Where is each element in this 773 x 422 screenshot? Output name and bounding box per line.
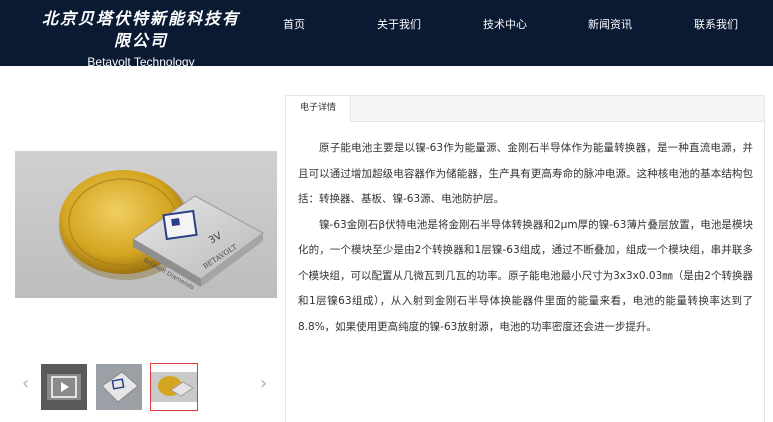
tab-product-details[interactable]: 电子详情 bbox=[286, 96, 352, 122]
thumbnail-prev-arrow[interactable]: ‹ bbox=[22, 374, 29, 394]
detail-tab-bar: 电子详情 bbox=[286, 96, 764, 122]
logo-english-name: Betavolt Technology bbox=[87, 55, 195, 69]
thumbnail-next-arrow[interactable]: › bbox=[260, 374, 267, 394]
thumbnail-chip[interactable] bbox=[96, 364, 142, 410]
nav-home[interactable]: 首页 bbox=[283, 17, 305, 33]
video-thumbnail-image bbox=[41, 364, 87, 410]
company-logo[interactable]: 北京贝塔伏特新能科技有限公司 Betavolt Technology bbox=[36, 8, 246, 70]
site-header: 北京贝塔伏特新能科技有限公司 Betavolt Technology 首页 关于… bbox=[0, 0, 773, 69]
nav-technology[interactable]: 技术中心 bbox=[483, 17, 527, 33]
thumbnail-video[interactable] bbox=[41, 364, 87, 410]
coin-battery-thumbnail-image bbox=[151, 364, 197, 410]
product-main-image: 3V BETAVOLT Betavolt Diamonds bbox=[15, 151, 277, 298]
chip-thumbnail-image bbox=[96, 364, 142, 410]
nav-news[interactable]: 新闻资讯 bbox=[588, 17, 632, 33]
logo-chinese-name: 北京贝塔伏特新能科技有限公司 bbox=[41, 9, 240, 50]
nav-contact[interactable]: 联系我们 bbox=[694, 17, 738, 33]
nav-about[interactable]: 关于我们 bbox=[377, 17, 421, 33]
detail-paragraph: 镍-63金刚石β伏特电池是将金刚石半导体转换器和2μm厚的镍-63薄片叠层放置，… bbox=[298, 218, 753, 333]
product-detail-panel: 电子详情 原子能电池主要是以镍-63作为能量源、金刚石半导体作为能量转换器，是一… bbox=[285, 95, 765, 422]
thumbnail-coin-battery[interactable] bbox=[150, 363, 198, 411]
detail-content: 原子能电池主要是以镍-63作为能量源、金刚石半导体作为能量转换器，是一种直流电源… bbox=[298, 136, 753, 340]
detail-paragraph: 原子能电池主要是以镍-63作为能量源、金刚石半导体作为能量转换器，是一种直流电源… bbox=[298, 142, 753, 205]
product-photo: 3V BETAVOLT Betavolt Diamonds bbox=[15, 151, 277, 298]
